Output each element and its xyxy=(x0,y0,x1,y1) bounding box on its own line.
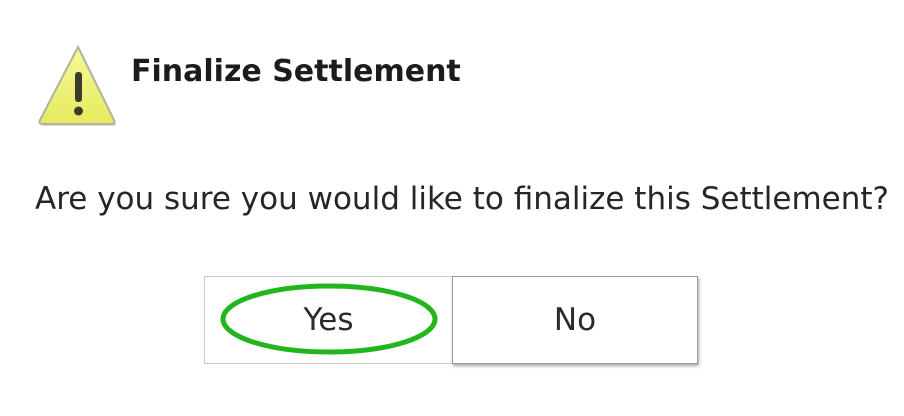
dialog-title: Finalize Settlement xyxy=(131,54,461,89)
dialog-message: Are you sure you would like to finalize … xyxy=(35,181,889,217)
yes-button[interactable]: Yes xyxy=(204,276,452,364)
no-button[interactable]: No xyxy=(452,276,698,364)
warning-icon xyxy=(38,44,117,126)
dialog-button-row: Yes No xyxy=(204,276,700,366)
confirm-dialog: Finalize Settlement Are you sure you wou… xyxy=(0,0,904,416)
